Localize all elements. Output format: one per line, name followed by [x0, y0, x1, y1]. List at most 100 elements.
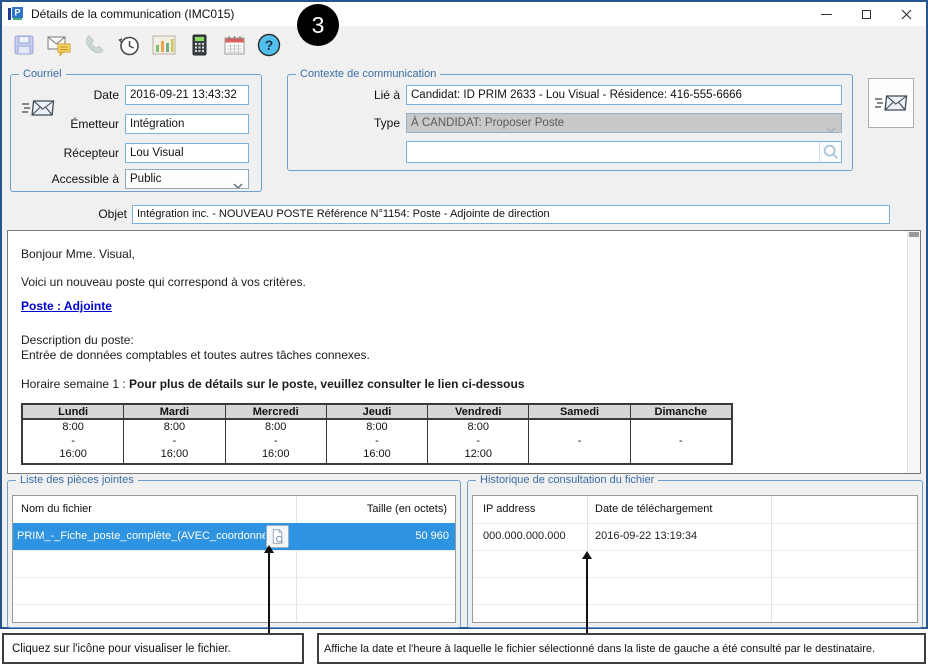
accessible-label: Accessible à — [11, 169, 119, 189]
annotation-arrow-left — [268, 552, 270, 633]
save-button[interactable] — [9, 31, 38, 60]
schedule-cell: 8:00 - 12:00 — [428, 420, 528, 463]
type-label: Type — [288, 113, 400, 133]
app-logo-icon: P — [8, 7, 24, 21]
schedule-line: Horaire semaine 1 : Pour plus de détails… — [21, 377, 525, 391]
chevron-down-icon — [233, 177, 243, 189]
schedule-col-mardi: Mardi 8:00 - 16:00 — [124, 405, 225, 463]
attachment-size: 50 960 — [415, 523, 449, 550]
schedule-header: Vendredi — [428, 405, 528, 420]
calendar-icon — [222, 33, 246, 57]
schedule-cell: 8:00 - 16:00 — [226, 420, 326, 463]
date-label: Date — [11, 85, 119, 105]
group-contexte-legend: Contexte de communication — [296, 68, 440, 80]
email-message-button[interactable] — [44, 31, 73, 60]
schedule-col-lundi: Lundi 8:00 - 16:00 — [23, 405, 124, 463]
group-attachments-legend: Liste des pièces jointes — [16, 474, 138, 486]
help-button[interactable]: ? — [254, 31, 283, 60]
recepteur-field[interactable]: Lou Visual — [125, 143, 249, 163]
annotation-badge: 3 — [297, 4, 339, 46]
objet-label: Objet — [77, 207, 127, 221]
schedule-table: Lundi 8:00 - 16:00 Mardi 8:00 - 16:00 Me… — [21, 403, 733, 465]
calculator-icon — [187, 33, 211, 57]
attachment-filename: PRIM_-_Fiche_poste_complète_(AVEC_coordo… — [17, 523, 265, 550]
close-button[interactable] — [886, 2, 926, 26]
col-header-date: Date de téléchargement — [595, 496, 712, 523]
emetteur-field[interactable]: Intégration — [125, 114, 249, 134]
schedule-col-samedi: Samedi - — [529, 405, 630, 463]
schedule-note: Pour plus de détails sur le poste, veuil… — [129, 377, 524, 391]
group-history-legend: Historique de consultation du fichier — [476, 474, 658, 486]
screenshot-root: P Détails de la communication (IMC015) — [0, 0, 928, 667]
emetteur-label: Émetteur — [11, 114, 119, 134]
schedule-header: Mardi — [124, 405, 224, 420]
message-intro: Voici un nouveau poste qui correspond à … — [21, 275, 306, 289]
attachment-row[interactable]: PRIM_-_Fiche_poste_complète_(AVEC_coordo… — [13, 523, 455, 550]
schedule-col-jeudi: Jeudi 8:00 - 16:00 — [327, 405, 428, 463]
accessible-value: Public — [130, 173, 161, 185]
calculator-button[interactable] — [184, 31, 213, 60]
schedule-header: Lundi — [23, 405, 123, 420]
history-table: IP address Date de téléchargement 000.00… — [472, 495, 918, 623]
help-icon: ? — [256, 32, 282, 58]
chevron-down-icon — [826, 121, 836, 133]
email-message-icon — [46, 33, 72, 57]
history-date: 2016-09-22 13:19:34 — [595, 523, 697, 550]
group-contexte: Contexte de communication Lié à Candidat… — [287, 74, 853, 171]
message-greeting: Bonjour Mme. Visual, — [21, 247, 135, 261]
history-button[interactable] — [114, 31, 143, 60]
schedule-header: Dimanche — [631, 405, 731, 420]
context-search-value — [407, 146, 411, 158]
schedule-header: Mercredi — [226, 405, 326, 420]
context-search-input[interactable] — [406, 141, 842, 163]
schedule-col-dimanche: Dimanche - — [631, 405, 731, 463]
scrollbar-thumb[interactable] — [909, 232, 919, 237]
app-window: P Détails de la communication (IMC015) — [0, 0, 928, 629]
maximize-button[interactable] — [846, 2, 886, 26]
search-button[interactable] — [819, 142, 841, 162]
schedule-cell: 8:00 - 16:00 — [23, 420, 123, 463]
calendar-button[interactable] — [219, 31, 248, 60]
objet-field[interactable]: Intégration inc. - NOUVEAU POSTE Référen… — [132, 205, 890, 224]
callout-left: Cliquez sur l'icône pour visualiser le f… — [2, 633, 304, 664]
file-preview-icon — [269, 528, 286, 545]
chart-button[interactable] — [149, 31, 178, 60]
chart-icon — [151, 33, 177, 57]
col-header-taille: Taille (en octets) — [367, 496, 447, 523]
history-icon — [116, 33, 141, 58]
close-icon — [901, 9, 912, 20]
maximize-icon — [862, 10, 871, 19]
date-field[interactable]: 2016-09-21 13:43:32 — [125, 85, 249, 105]
svg-text:?: ? — [264, 37, 273, 53]
minimize-button[interactable] — [806, 2, 846, 26]
recepteur-label: Récepteur — [11, 143, 119, 163]
body-scrollbar[interactable] — [907, 231, 920, 473]
schedule-col-mercredi: Mercredi 8:00 - 16:00 — [226, 405, 327, 463]
window-title: Détails de la communication (IMC015) — [31, 7, 234, 21]
minimize-icon — [821, 14, 832, 15]
schedule-col-vendredi: Vendredi 8:00 - 12:00 — [428, 405, 529, 463]
type-value: À CANDIDAT: Proposer Poste — [411, 117, 564, 129]
save-icon — [12, 33, 36, 57]
schedule-cell: 8:00 - 16:00 — [124, 420, 224, 463]
history-ip: 000.000.000.000 — [483, 523, 566, 550]
svg-text:P: P — [14, 8, 20, 18]
group-courriel: Courriel Date 2016-09-21 13:43:32 Émette… — [10, 74, 262, 192]
message-body: Bonjour Mme. Visual, Voici un nouveau po… — [7, 230, 921, 474]
schedule-header: Jeudi — [327, 405, 427, 420]
attachments-table: Nom du fichier Taille (en octets) PRIM_-… — [12, 495, 456, 623]
title-bar: P Détails de la communication (IMC015) — [2, 2, 926, 26]
accessible-select[interactable]: Public — [125, 169, 249, 189]
window-controls — [806, 2, 926, 26]
callout-right: Affiche la date et l'heure à laquelle le… — [317, 633, 926, 664]
send-email-button[interactable] — [868, 78, 914, 128]
description-text: Entrée de données comptables et toutes a… — [21, 348, 370, 362]
type-select[interactable]: À CANDIDAT: Proposer Poste — [406, 113, 842, 133]
toolbar: ? — [2, 26, 926, 64]
col-header-nom: Nom du fichier — [21, 496, 92, 523]
poste-link[interactable]: Poste : Adjointe — [21, 299, 112, 313]
lie-a-label: Lié à — [288, 85, 400, 105]
lie-a-field[interactable]: Candidat: ID PRIM 2633 - Lou Visual - Ré… — [406, 85, 842, 105]
phone-button[interactable] — [79, 31, 108, 60]
description-label: Description du poste: — [21, 333, 134, 347]
